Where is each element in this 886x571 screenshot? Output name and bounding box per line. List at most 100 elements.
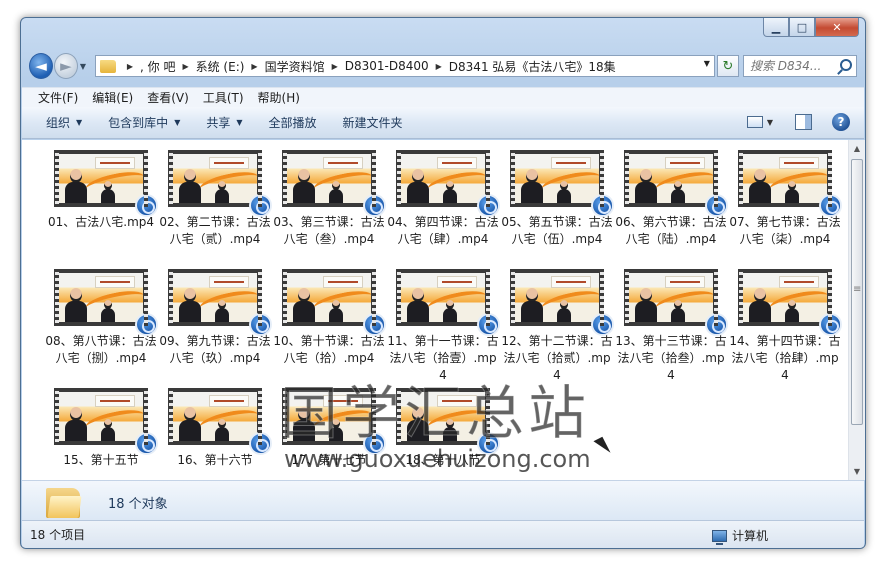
media-player-icon [363, 194, 386, 217]
breadcrumb-item[interactable]: D8301-D8400 [345, 59, 429, 73]
new-folder-button[interactable]: 新建文件夹 [343, 114, 403, 131]
media-player-icon [477, 313, 500, 336]
video-thumbnail [168, 150, 272, 217]
scroll-down-icon[interactable]: ▼ [849, 463, 865, 480]
file-name: 08、第八节课：古法八宅（捌）.mp4 [45, 334, 157, 365]
media-player-icon [135, 432, 158, 455]
media-player-icon [819, 313, 842, 336]
file-name: 13、第十三节课：古法八宅（拾叁）.mp4 [615, 334, 727, 382]
video-thumbnail [282, 269, 386, 336]
file-name: 05、第五节课：古法八宅（伍）.mp4 [501, 215, 613, 246]
video-thumbnail [510, 150, 614, 217]
include-library-button[interactable]: 包含到库中 ▼ [108, 114, 180, 131]
back-button[interactable]: ◄ [29, 53, 53, 79]
menu-help[interactable]: 帮助(H) [258, 89, 300, 106]
breadcrumb-item[interactable]: D8341 弘易《古法八宅》18集 [449, 58, 616, 75]
play-all-button[interactable]: 全部播放 [269, 114, 317, 131]
toolbar-right: ▼ ? [746, 113, 850, 131]
media-player-icon [249, 313, 272, 336]
file-item[interactable]: 09、第九节课：古法八宅（玖）.mp4 [158, 269, 272, 388]
file-item[interactable]: 14、第十四节课：古法八宅（拾肆）.mp4 [728, 269, 842, 388]
media-player-icon [135, 313, 158, 336]
file-item[interactable]: 15、第十五节 [44, 388, 158, 480]
breadcrumb-separator-icon[interactable]: ▶ [182, 62, 188, 71]
refresh-button[interactable]: ↻ [716, 55, 739, 77]
breadcrumb-separator-icon: ▶ [126, 61, 133, 71]
file-item[interactable]: 05、第五节课：古法八宅（伍）.mp4 [500, 150, 614, 269]
caption-buttons: ▁ □ ✕ [763, 18, 859, 37]
address-bar[interactable]: ▶ , 你 吧 ▶ 系统 (E:) ▶ 国学资料馆 ▶ D8301-D8400 … [94, 55, 715, 77]
menu-tools[interactable]: 工具(T) [203, 89, 244, 106]
media-player-icon [591, 313, 614, 336]
media-player-icon [819, 194, 842, 217]
scroll-thumb[interactable] [851, 159, 863, 425]
preview-pane-icon[interactable] [795, 114, 812, 130]
command-bar: 组织 ▼ 包含到库中 ▼ 共享 ▼ 全部播放 新建文件夹 ▼ ? [22, 107, 864, 139]
share-button[interactable]: 共享 ▼ [206, 114, 242, 131]
video-thumbnail [510, 269, 614, 336]
status-location: 计算机 [711, 527, 768, 545]
chevron-down-icon: ▼ [174, 118, 181, 127]
maximize-icon: □ [796, 20, 808, 34]
video-thumbnail [624, 150, 728, 217]
address-dropdown-icon[interactable]: ▼ [704, 59, 710, 68]
video-thumbnail [54, 269, 158, 336]
menu-edit[interactable]: 编辑(E) [92, 89, 133, 106]
status-bar: 18 个项目 计算机 [22, 520, 864, 548]
video-thumbnail [624, 269, 728, 336]
file-item[interactable]: 16、第十六节 [158, 388, 272, 480]
computer-icon [711, 529, 727, 545]
file-item[interactable]: 13、第十三节课：古法八宅（拾叁）.mp4 [614, 269, 728, 388]
media-player-icon [705, 313, 728, 336]
menu-view[interactable]: 查看(V) [147, 89, 189, 106]
file-item[interactable]: 04、第四节课：古法八宅（肆）.mp4 [386, 150, 500, 269]
video-thumbnail [168, 388, 272, 455]
address-row: ◄ ► ▼ ▶ , 你 吧 ▶ 系统 (E:) ▶ 国学资料馆 ▶ D8301-… [29, 52, 857, 80]
close-button[interactable]: ✕ [815, 18, 859, 37]
breadcrumb-item[interactable]: 系统 (E:) [196, 58, 245, 75]
forward-arrow-icon: ► [60, 57, 72, 75]
watermark-url: www.guoxuehuizong.com [284, 445, 591, 473]
media-player-icon [477, 194, 500, 217]
breadcrumb-separator-icon[interactable]: ▶ [332, 62, 338, 71]
chevron-down-icon: ▼ [236, 118, 243, 127]
file-name: 10、第十节课：古法八宅（拾）.mp4 [273, 334, 385, 365]
file-item[interactable]: 08、第八节课：古法八宅（捌）.mp4 [44, 269, 158, 388]
video-thumbnail [282, 150, 386, 217]
file-list-view[interactable]: 01、古法八宅.mp4 02、第二节课：古法八宅（贰）.mp4 03、第三节课：古法… [22, 140, 848, 480]
vertical-scrollbar[interactable]: ▲ ▼ [848, 140, 865, 480]
view-options-icon[interactable] [746, 116, 763, 128]
recent-pages-dropdown[interactable]: ▼ [80, 62, 91, 71]
file-item[interactable]: 01、古法八宅.mp4 [44, 150, 158, 269]
file-item[interactable]: 06、第六节课：古法八宅（陆）.mp4 [614, 150, 728, 269]
forward-button[interactable]: ► [53, 53, 78, 79]
file-item[interactable]: 07、第七节课：古法八宅（柒）.mp4 [728, 150, 842, 269]
breadcrumb-item[interactable]: 国学资料馆 [265, 58, 325, 75]
file-name: 02、第二节课：古法八宅（贰）.mp4 [159, 215, 271, 246]
file-item[interactable]: 02、第二节课：古法八宅（贰）.mp4 [158, 150, 272, 269]
scroll-up-icon[interactable]: ▲ [849, 140, 865, 157]
organize-button[interactable]: 组织 ▼ [46, 114, 82, 131]
menu-bar: 文件(F) 编辑(E) 查看(V) 工具(T) 帮助(H) [22, 87, 864, 107]
file-name: 01、古法八宅.mp4 [47, 215, 155, 229]
breadcrumb: ▶ , 你 吧 ▶ 系统 (E:) ▶ 国学资料馆 ▶ D8301-D8400 … [120, 58, 616, 75]
minimize-button[interactable]: ▁ [763, 18, 789, 37]
file-name: 09、第九节课：古法八宅（玖）.mp4 [159, 334, 271, 365]
breadcrumb-separator-icon[interactable]: ▶ [251, 62, 257, 71]
menu-file[interactable]: 文件(F) [38, 89, 78, 106]
file-name: 15、第十五节 [63, 453, 139, 467]
breadcrumb-item[interactable]: , 你 吧 [140, 58, 175, 75]
help-icon[interactable]: ? [832, 113, 850, 131]
search-input[interactable] [749, 59, 846, 73]
search-icon[interactable] [840, 59, 852, 71]
breadcrumb-separator-icon[interactable]: ▶ [436, 62, 442, 71]
video-thumbnail [54, 388, 158, 455]
chevron-down-icon[interactable]: ▼ [767, 118, 773, 127]
file-name: 03、第三节课：古法八宅（叁）.mp4 [273, 215, 385, 246]
media-player-icon [591, 194, 614, 217]
maximize-button[interactable]: □ [789, 18, 815, 37]
details-pane: 18 个对象 [22, 480, 864, 520]
file-item[interactable]: 03、第三节课：古法八宅（叁）.mp4 [272, 150, 386, 269]
media-player-icon [249, 432, 272, 455]
search-box[interactable] [742, 55, 857, 77]
